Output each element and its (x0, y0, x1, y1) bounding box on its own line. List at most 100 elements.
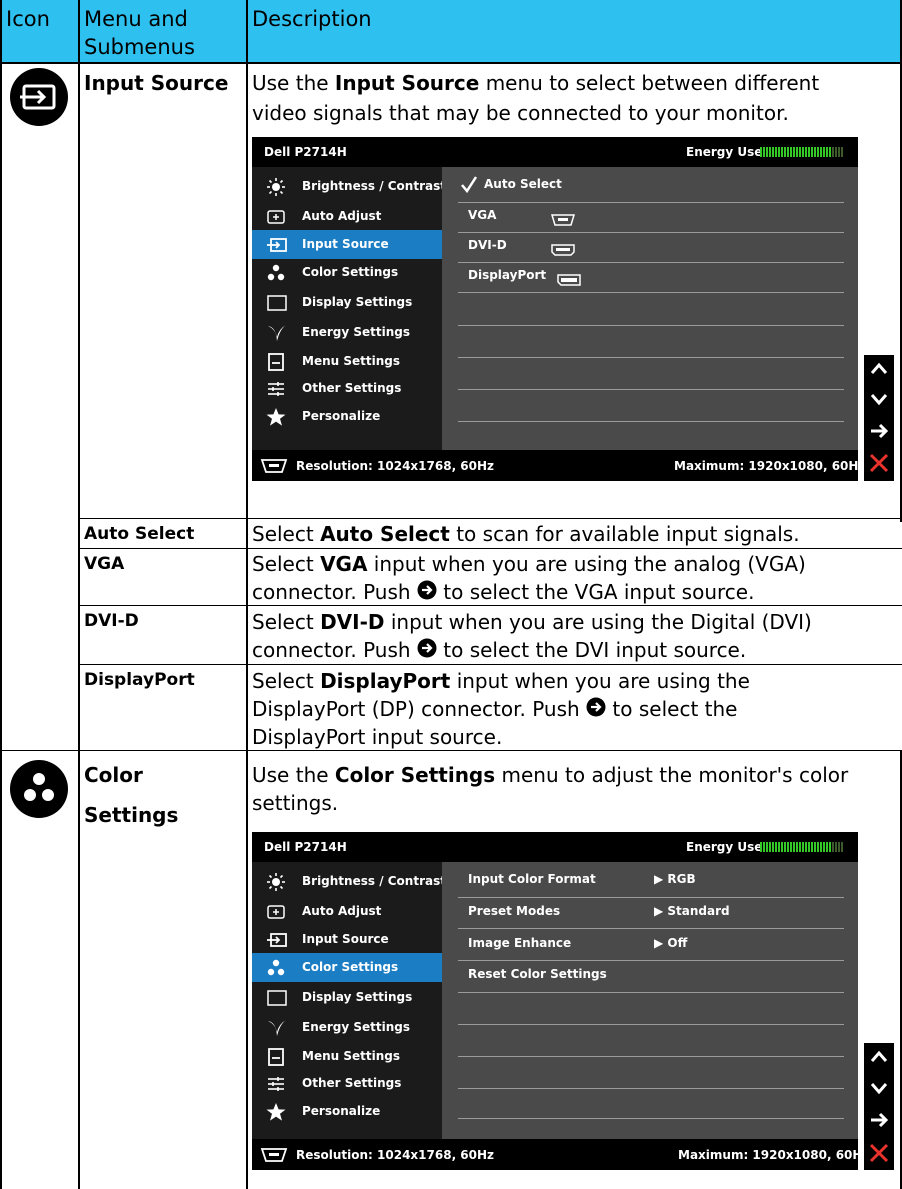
osd-menu-item-label: Energy Settings (302, 325, 411, 339)
energy-meter-segment (781, 842, 783, 852)
energy-meter-segment (784, 147, 786, 157)
energy-meter-segment (808, 842, 810, 852)
osd-menu-item[interactable]: Energy Settings (252, 1013, 442, 1042)
energy-meter-segment (811, 147, 813, 157)
input-source-icon (10, 68, 68, 126)
option-input-color-format[interactable]: Input Color Format (468, 872, 596, 886)
chevron-down-icon[interactable] (864, 1074, 894, 1108)
chevron-up-icon[interactable] (864, 1043, 894, 1077)
osd-input-source: Dell P2714H Energy Use Brightness / Cont… (252, 137, 865, 481)
option-vga[interactable]: VGA (468, 208, 496, 222)
option-value-rgb: ▶ RGB (654, 872, 696, 886)
dvi-port-icon (550, 241, 576, 260)
header-description: Description (252, 7, 372, 31)
divider (458, 897, 844, 898)
osd-menu-item-label: Personalize (302, 409, 381, 423)
check-icon (460, 175, 478, 194)
energy-meter-segment (775, 147, 777, 157)
osd-menu-item[interactable]: Menu Settings (252, 347, 442, 376)
energy-meter-segment (760, 842, 762, 852)
osd-menu-item[interactable]: Brightness / Contrast (252, 867, 446, 896)
energy-meter-segment (790, 147, 792, 157)
osd-menu-item[interactable]: Color Settings (252, 258, 442, 287)
osd-title: Dell P2714H (264, 840, 347, 854)
osd-menu-item[interactable]: Personalize (252, 402, 442, 431)
osd-title: Dell P2714H (264, 145, 347, 159)
arrow-right-icon[interactable] (864, 1106, 894, 1140)
energy-meter-segment (799, 842, 801, 852)
divider (458, 262, 844, 263)
vga-port-icon (550, 211, 576, 230)
energy-meter-segment (799, 147, 801, 157)
other-settings-icon (266, 379, 286, 399)
osd-menu: Brightness / Contrast Auto Adjust Input So… (252, 862, 446, 1139)
chevron-up-icon[interactable] (864, 355, 894, 389)
energy-meter-segment (838, 147, 840, 157)
energy-meter-segment (784, 842, 786, 852)
vga-port-icon (260, 1147, 288, 1166)
energy-meter-segment (829, 842, 831, 852)
grid-line (80, 518, 902, 519)
row-desc-dvi-line1: Select DVI-D input when you are using th… (252, 610, 812, 634)
osd-menu-item[interactable]: Auto Adjust (252, 202, 442, 231)
chevron-down-icon[interactable] (864, 385, 894, 419)
osd-menu-item[interactable]: Personalize (252, 1097, 442, 1126)
osd-menu-item[interactable]: Other Settings (252, 374, 442, 403)
close-x-icon[interactable] (864, 449, 894, 483)
osd-options: Input Color Format ▶ RGB Preset Modes ▶ … (442, 862, 858, 1139)
energy-meter-segment (802, 842, 804, 852)
grid-line (80, 548, 902, 549)
option-preset-modes[interactable]: Preset Modes (468, 904, 560, 918)
energy-meter-segment (820, 147, 822, 157)
menu-settings-icon (266, 352, 286, 372)
energy-meter-segment (793, 147, 795, 157)
osd-menu-item[interactable]: Other Settings (252, 1069, 442, 1098)
color-settings-name-line2: Settings (84, 803, 179, 827)
row-desc-vga-line2: connector. Push to select the VGA input … (252, 579, 754, 607)
divider (458, 292, 844, 293)
option-dvi-d[interactable]: DVI-D (468, 238, 507, 252)
brightness-icon (266, 872, 286, 892)
energy-meter (760, 842, 843, 852)
arrow-right-icon[interactable] (864, 417, 894, 451)
energy-meter-segment (835, 842, 837, 852)
option-image-enhance[interactable]: Image Enhance (468, 936, 571, 950)
osd-menu-item-label: Auto Adjust (302, 209, 382, 223)
osd-menu-item[interactable]: Color Settings (252, 953, 442, 982)
osd-color-settings: Dell P2714H Energy Use Brightness / Cont… (252, 832, 869, 1170)
energy-meter-segment (841, 147, 843, 157)
grid-line (246, 0, 248, 1189)
osd-menu-item[interactable]: Display Settings (252, 983, 442, 1012)
osd-menu-item[interactable]: Input Source (252, 230, 442, 259)
osd-menu-item-label: Brightness / Contrast (302, 874, 446, 888)
energy-meter-segment (823, 842, 825, 852)
energy-meter-segment (805, 147, 807, 157)
option-auto-select[interactable]: Auto Select (484, 177, 562, 191)
energy-meter-segment (790, 842, 792, 852)
osd-menu-item[interactable]: Input Source (252, 925, 442, 954)
divider (458, 232, 844, 233)
energy-meter-segment (787, 842, 789, 852)
arrow-circle-icon (417, 580, 437, 607)
osd-options: Auto Select VGA DVI-D DisplayPort (442, 167, 858, 450)
divider (458, 357, 844, 358)
energy-meter-segment (826, 842, 828, 852)
option-reset-color-settings[interactable]: Reset Color Settings (468, 967, 607, 981)
osd-menu-item[interactable]: Auto Adjust (252, 897, 442, 926)
energy-meter-segment (766, 147, 768, 157)
energy-use-label: Energy Use (686, 840, 763, 854)
energy-meter (760, 147, 843, 157)
osd-menu-item[interactable]: Display Settings (252, 288, 442, 317)
osd-menu-item[interactable]: Brightness / Contrast (252, 172, 446, 201)
divider (458, 202, 844, 203)
osd-menu-item[interactable]: Menu Settings (252, 1042, 442, 1071)
option-displayport[interactable]: DisplayPort (468, 268, 546, 282)
divider (458, 325, 844, 326)
osd-menu-item[interactable]: Energy Settings (252, 318, 442, 347)
energy-meter-segment (796, 147, 798, 157)
vga-port-icon (260, 458, 288, 477)
display-settings-icon (266, 293, 287, 313)
color-settings-desc-line1: Use the Color Settings menu to adjust th… (252, 763, 849, 787)
close-x-icon[interactable] (864, 1139, 894, 1173)
header-menu-line1: Menu and (84, 7, 188, 31)
